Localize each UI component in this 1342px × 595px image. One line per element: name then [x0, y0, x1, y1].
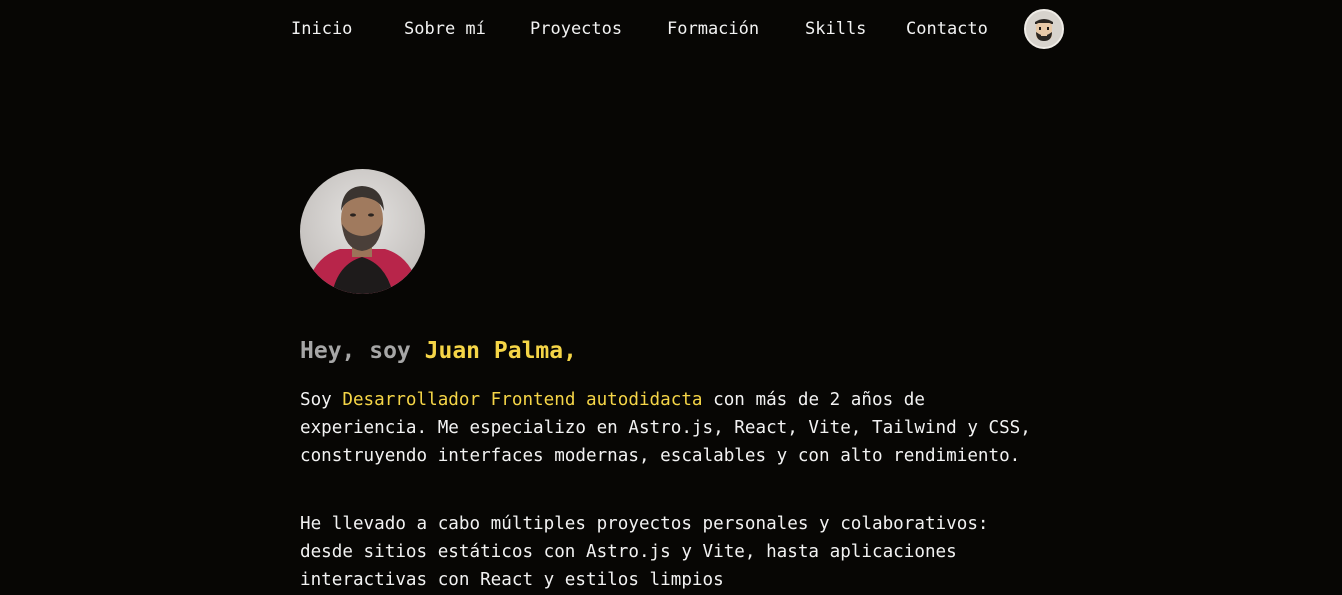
nav-link-formacion[interactable]: Formación	[667, 9, 759, 49]
greeting-lead: Hey, soy	[300, 338, 411, 364]
main-nav: Inicio Sobre mí Proyectos Formación Skil…	[0, 9, 1342, 49]
nav-link-skills[interactable]: Skills	[805, 9, 866, 49]
nav-link-contacto[interactable]: Contacto	[906, 9, 988, 49]
hero-greeting: Hey, soy Juan Palma,	[300, 336, 577, 366]
face-icon	[1026, 11, 1062, 47]
profile-photo-avatar	[300, 169, 425, 294]
intro-start: Soy	[300, 390, 332, 410]
greeting-name: Juan Palma,	[424, 338, 577, 364]
nav-link-inicio[interactable]: Inicio	[291, 9, 352, 49]
projects-paragraph: He llevado a cabo múltiples proyectos pe…	[300, 514, 989, 590]
person-portrait-icon	[300, 169, 425, 294]
nav-link-sobre-mi[interactable]: Sobre mí	[404, 9, 486, 49]
cartoon-face-avatar-icon[interactable]	[1024, 9, 1064, 49]
intro-paragraph: Soy Desarrollador Frontend autodidacta c…	[300, 386, 1040, 470]
intro-highlight: Desarrollador Frontend autodidacta	[342, 390, 703, 410]
nav-link-proyectos[interactable]: Proyectos	[530, 9, 622, 49]
